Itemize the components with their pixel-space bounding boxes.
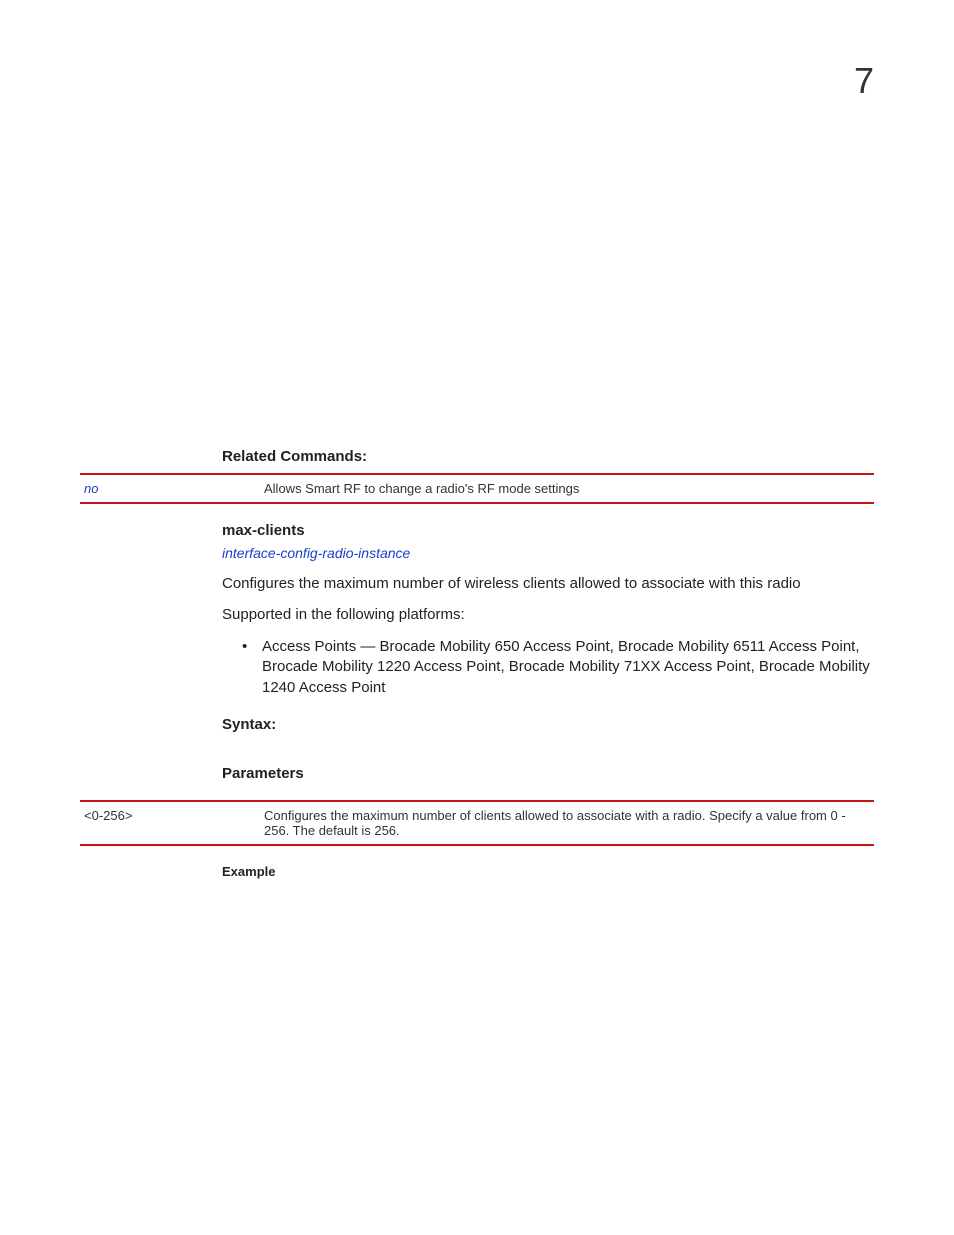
related-commands-table: no Allows Smart RF to change a radio's R…	[80, 473, 874, 504]
page-number: 7	[854, 60, 874, 102]
supported-platforms-list: Access Points — Brocade Mobility 650 Acc…	[222, 637, 874, 698]
syntax-heading: Syntax:	[222, 716, 874, 733]
param-key: <0-256>	[84, 808, 132, 823]
max-clients-description: Configures the maximum number of wireles…	[222, 575, 874, 592]
context-link[interactable]: interface-config-radio-instance	[222, 545, 874, 561]
related-commands-heading: Related Commands:	[222, 448, 874, 465]
max-clients-title: max-clients	[222, 522, 874, 539]
list-item: Access Points — Brocade Mobility 650 Acc…	[262, 637, 874, 698]
table-row: no	[80, 474, 264, 503]
parameters-heading: Parameters	[222, 765, 874, 782]
example-heading: Example	[222, 864, 874, 879]
related-command-desc: Allows Smart RF to change a radio's RF m…	[264, 474, 874, 503]
table-row: <0-256>	[80, 801, 264, 845]
supported-intro: Supported in the following platforms:	[222, 606, 874, 623]
parameters-table: <0-256> Configures the maximum number of…	[80, 800, 874, 846]
no-command-link[interactable]: no	[84, 481, 98, 496]
param-desc: Configures the maximum number of clients…	[264, 801, 874, 845]
